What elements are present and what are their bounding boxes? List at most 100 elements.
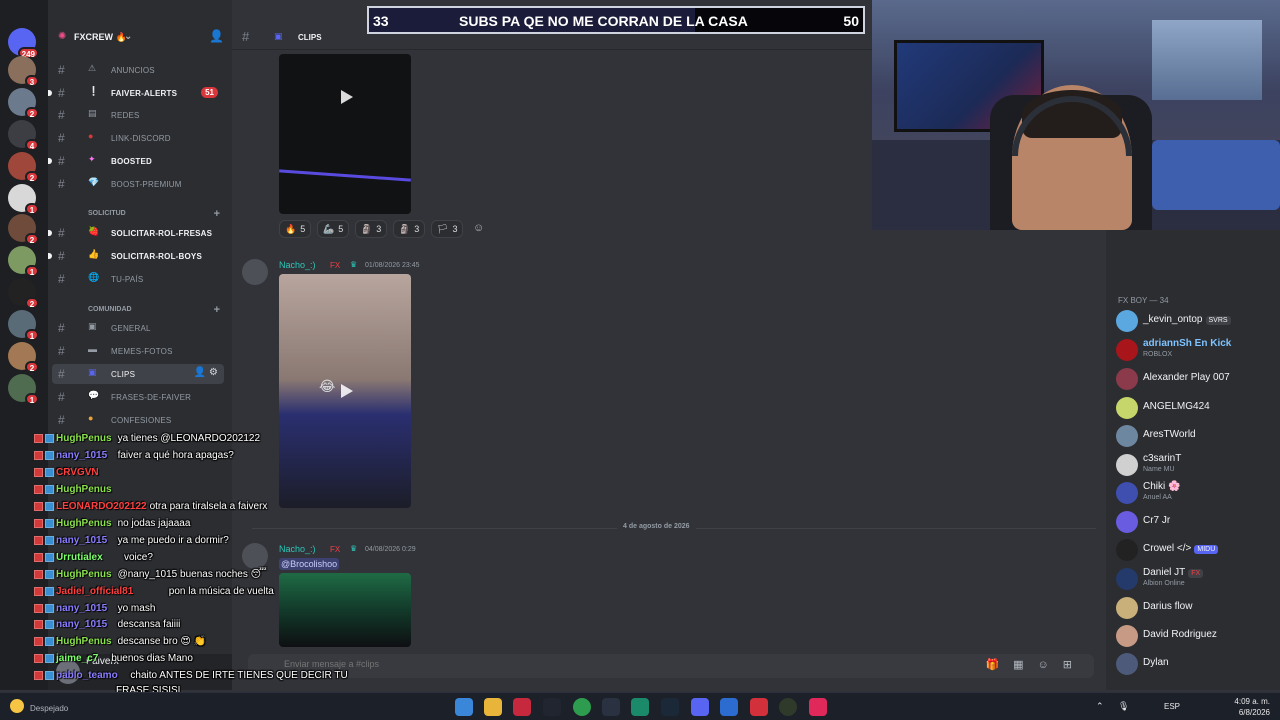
- member-category: FX BOY — 34: [1118, 296, 1169, 305]
- server-icon[interactable]: 1: [8, 246, 39, 277]
- channel-general[interactable]: # ▣ GENERAL: [52, 318, 224, 338]
- app-icon[interactable]: [631, 698, 649, 716]
- message-timestamp: 04/08/2026 0:29: [365, 546, 416, 553]
- app-icon[interactable]: [602, 698, 620, 716]
- member-item[interactable]: adriannSh En Kick ROBLOX: [1116, 337, 1276, 363]
- channel-frases-de-faiver[interactable]: # 💬 FRASES-DE-FAIVER: [52, 387, 224, 407]
- server-icon[interactable]: 2: [8, 88, 39, 119]
- chat-username: nany_1015: [56, 619, 108, 630]
- channel-tu-pais[interactable]: # 🌐 TU-PAÍS: [52, 269, 224, 289]
- app-icon[interactable]: [750, 698, 768, 716]
- channel-link-discord[interactable]: # ● LINK-DISCORD: [52, 128, 224, 148]
- server-icon[interactable]: 1: [8, 310, 39, 341]
- server-icon[interactable]: 4: [8, 120, 39, 151]
- add-channel-icon[interactable]: +: [214, 208, 220, 220]
- play-icon[interactable]: [341, 90, 353, 104]
- channel-boosted[interactable]: # ✦ BOOSTED: [48, 151, 224, 171]
- add-reaction-icon[interactable]: ☺: [473, 222, 484, 234]
- avatar: [1116, 511, 1138, 533]
- server-icon[interactable]: 3: [8, 56, 39, 87]
- member-item[interactable]: _kevin_ontop SVRS: [1116, 308, 1276, 334]
- member-item[interactable]: Crowel </> MIDU: [1116, 537, 1276, 563]
- channel-emoji-icon: ✦: [88, 154, 96, 164]
- chat-badges: [34, 654, 54, 664]
- channel-settings-icon[interactable]: 👤 ⚙: [194, 367, 218, 378]
- avatar[interactable]: [242, 259, 268, 285]
- member-item[interactable]: Darius flow: [1116, 595, 1276, 621]
- channel-memes-fotos[interactable]: # ▬ MEMES-FOTOS: [52, 341, 224, 361]
- play-icon[interactable]: [341, 384, 353, 398]
- app-icon[interactable]: [720, 698, 738, 716]
- discord-icon[interactable]: [691, 698, 709, 716]
- reaction-button[interactable]: 🔥 5: [279, 220, 312, 238]
- home-button[interactable]: 249: [8, 28, 39, 59]
- reaction-emoji: 🗿: [399, 224, 411, 234]
- reaction-button[interactable]: 🗿 3: [355, 220, 388, 238]
- server-icon[interactable]: 2: [8, 152, 39, 183]
- chat-username: nany_1015: [56, 450, 108, 461]
- member-item[interactable]: Dylan: [1116, 651, 1276, 677]
- channel-solicitar-rol-boys[interactable]: # 👍 SOLICITAR-ROL-BOYS: [48, 246, 224, 266]
- message-input[interactable]: [284, 659, 844, 669]
- chrome-icon[interactable]: [573, 698, 591, 716]
- server-icon[interactable]: 2: [8, 342, 39, 373]
- chevron-down-icon[interactable]: ⌄: [124, 31, 132, 42]
- member-item[interactable]: David Rodriguez: [1116, 623, 1276, 649]
- message-author[interactable]: Nacho_:): [279, 260, 316, 270]
- member-name: Dylan: [1143, 657, 1169, 668]
- chat-badges: [34, 671, 54, 681]
- badge-icon: [34, 468, 43, 477]
- app-icon[interactable]: [513, 698, 531, 716]
- language-indicator[interactable]: ESP: [1164, 702, 1180, 711]
- clock[interactable]: 4:09 a. m. 6/8/2026: [1210, 696, 1270, 718]
- member-item[interactable]: Cr7 Jr: [1116, 509, 1276, 535]
- avatar: [1116, 425, 1138, 447]
- reaction-button[interactable]: 🗿 3: [393, 220, 426, 238]
- server-icon[interactable]: 2: [8, 278, 39, 309]
- reaction-button[interactable]: 🦾 5: [317, 220, 350, 238]
- tray-icons[interactable]: ⌃ 🎙: [1096, 701, 1196, 712]
- goal-current: 33: [373, 13, 389, 29]
- server-icon[interactable]: 1: [8, 374, 39, 405]
- steam-icon[interactable]: [661, 698, 679, 716]
- channel-anuncios[interactable]: # ⚠ ANUNCIOS: [52, 60, 224, 80]
- server-icon[interactable]: 1: [8, 184, 39, 215]
- chat-text: no jodas jajaaaa: [117, 518, 191, 529]
- unread-indicator: [48, 90, 52, 96]
- member-item[interactable]: Alexander Play 007: [1116, 366, 1276, 392]
- channel-solicitar-rol-fresas[interactable]: # 🍓 SOLICITAR-ROL-FRESAS: [48, 223, 224, 243]
- avatar: [1116, 339, 1138, 361]
- channel-emoji-icon: ●: [88, 413, 94, 423]
- avatar: [1116, 482, 1138, 504]
- member-item[interactable]: Chiki 🌸 Anuel AA: [1116, 480, 1276, 506]
- tiktok-icon[interactable]: [809, 698, 827, 716]
- add-member-icon[interactable]: 👤: [209, 29, 224, 43]
- member-item[interactable]: AresTWorld: [1116, 423, 1276, 449]
- badge-icon: [34, 570, 43, 579]
- start-button[interactable]: [455, 698, 473, 716]
- chat-username: HughPenus: [56, 518, 112, 529]
- member-name: Daniel JT FX: [1143, 567, 1204, 578]
- channel-boost-premium[interactable]: # 💎 BOOST-PREMIUM: [52, 174, 224, 194]
- reaction-button[interactable]: 🏳 3: [431, 220, 464, 238]
- video-attachment[interactable]: [279, 54, 411, 214]
- channel-clips[interactable]: # ▣ CLIPS 👤 ⚙: [52, 364, 224, 384]
- composer-tools[interactable]: 🎁▦☺⊞: [985, 658, 1086, 671]
- add-channel-icon[interactable]: +: [214, 304, 220, 316]
- badge-icon: [45, 604, 54, 613]
- channel-emoji-icon: 🍓: [88, 226, 100, 236]
- chat-message: Jadiel_official81 pon la música de vuelta: [0, 585, 300, 601]
- member-item[interactable]: Daniel JT FX Albion Online: [1116, 566, 1276, 592]
- channel-emoji-icon: 💎: [88, 177, 100, 187]
- server-icon[interactable]: 2: [8, 214, 39, 245]
- channel-redes[interactable]: # ▤ REDES: [52, 105, 224, 125]
- weather-widget[interactable]: Despejado: [10, 695, 68, 713]
- file-explorer-icon[interactable]: [484, 698, 502, 716]
- server-header[interactable]: ✺ FXCREW 🔥 ⌄ 👤: [48, 26, 232, 50]
- channel-faiver-alerts[interactable]: # ❕ FAIVER-ALERTS 51: [48, 83, 224, 103]
- app-icon[interactable]: [543, 698, 561, 716]
- member-item[interactable]: c3sarinT Name MU: [1116, 452, 1276, 478]
- app-icon[interactable]: [779, 698, 797, 716]
- member-item[interactable]: ANGELMG424: [1116, 395, 1276, 421]
- chat-text: descanse bro 😍 👏: [117, 636, 207, 647]
